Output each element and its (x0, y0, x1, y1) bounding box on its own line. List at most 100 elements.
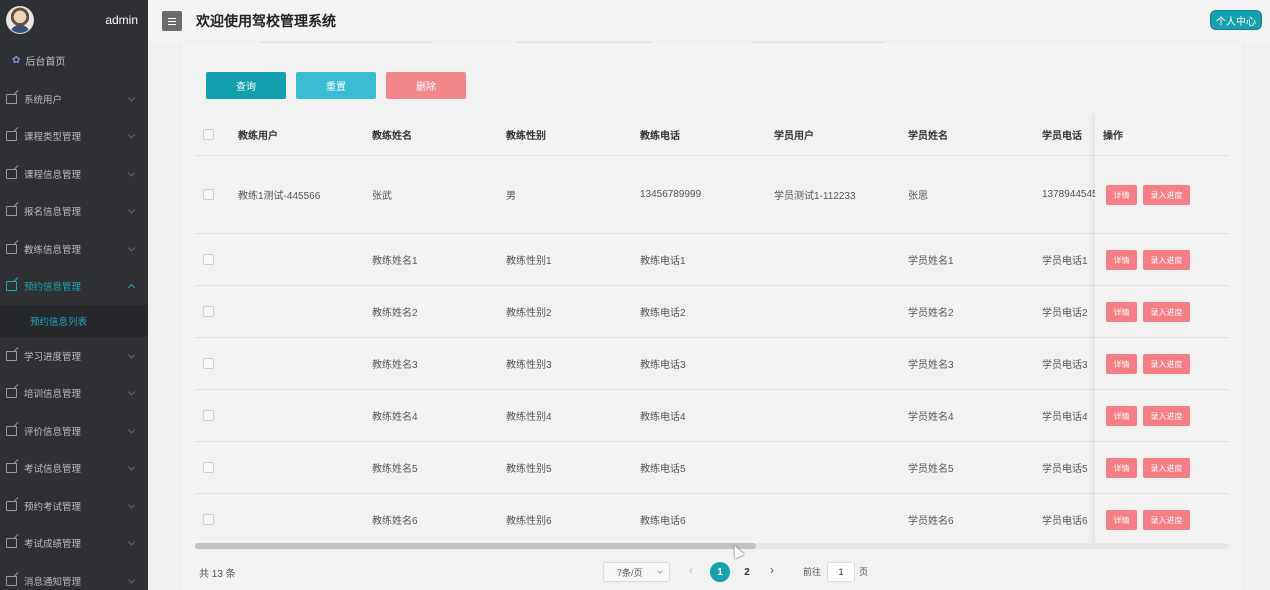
detail-button[interactable]: 详情 (1106, 250, 1137, 270)
table-row[interactable]: 教练姓名2 教练性别2 教练电话2 学员姓名2 学员电话2 (195, 286, 1229, 338)
detail-button[interactable]: 详情 (1106, 185, 1137, 205)
goto-page-input[interactable] (827, 562, 855, 582)
chevron-icon (127, 206, 136, 214)
sidebar-item-home[interactable]: ✿ 后台首页 (0, 40, 148, 80)
record-progress-button[interactable]: 录入进度 (1143, 458, 1190, 478)
row-checkbox[interactable] (203, 410, 214, 421)
operations-column: 操作 详情 录入进度 详情 录入进度 详情 录入进度 详情 录入进度 详情 录入进度 详情 录入进度 详情… (1095, 114, 1229, 544)
table-cell: 学员电话1 (1042, 256, 1088, 267)
ops-header-row: 操作 (1095, 114, 1229, 156)
sidebar-item[interactable]: 学习进度管理 (0, 337, 148, 375)
sidebar-item[interactable]: 预约信息管理 (0, 268, 148, 306)
record-progress-button[interactable]: 录入进度 (1143, 354, 1190, 374)
sidebar: admin ✿ 后台首页 系统用户 课程类型管理课程信息管理报名信息管理 教练信息管… (0, 0, 148, 590)
record-progress-button[interactable]: 录入进度 (1143, 510, 1190, 530)
column-header: 教练用户 (238, 131, 278, 142)
table-cell: 教练电话4 (640, 412, 686, 423)
edit-icon (6, 538, 17, 549)
select-all-checkbox[interactable] (203, 129, 214, 140)
sidebar-item[interactable]: 教练信息管理 (0, 230, 148, 268)
table-row[interactable]: 教练1测试-445566 张武 男 13456789999 学员测试1-112233 张思… (195, 156, 1229, 234)
table-cell: 张思 (908, 191, 928, 202)
edit-icon (6, 131, 17, 142)
table-header-row: 教练用户 教练姓名 教练性别 教练电话 学员用户 学员姓名 学员电话 (195, 114, 1229, 156)
row-checkbox[interactable] (203, 254, 214, 265)
sidebar-item[interactable]: 评价信息管理 (0, 412, 148, 450)
page-1-button[interactable]: 1 (710, 562, 730, 582)
sidebar-item[interactable]: 培训信息管理 (0, 375, 148, 413)
record-progress-button[interactable]: 录入进度 (1143, 406, 1190, 426)
column-header: 学员姓名 (908, 131, 948, 142)
record-progress-button[interactable]: 录入进度 (1143, 185, 1190, 205)
column-header: 教练性别 (506, 131, 546, 142)
edit-icon (6, 168, 17, 179)
sidebar-item-label: 课程信息管理 (24, 169, 82, 181)
query-button[interactable]: 查询 (206, 72, 286, 99)
table-cell: 学员电话3 (1042, 360, 1088, 371)
horizontal-scrollbar[interactable] (195, 543, 1229, 549)
next-page-icon[interactable]: › (770, 563, 774, 577)
detail-button[interactable]: 详情 (1106, 354, 1137, 374)
table-row[interactable]: 教练姓名1 教练性别1 教练电话1 学员姓名1 学员电话1 (195, 234, 1229, 286)
record-progress-button[interactable]: 录入进度 (1143, 302, 1190, 322)
sidebar-item[interactable]: 预约考试管理 (0, 487, 148, 525)
sidebar-subitem-appointment-list[interactable]: 预约信息列表 (0, 305, 148, 337)
row-checkbox[interactable] (203, 358, 214, 369)
chevron-icon (127, 94, 136, 102)
page-2-button[interactable]: 2 (737, 562, 757, 582)
edit-icon (6, 350, 17, 361)
table-cell: 教练1测试-445566 (238, 191, 321, 202)
page-size-select[interactable]: 7条/页 (603, 562, 670, 582)
edit-icon (6, 575, 17, 586)
sidebar-item[interactable]: 报名信息管理 (0, 193, 148, 231)
sidebar-header: admin (0, 0, 148, 40)
delete-button[interactable]: 删除 (386, 72, 466, 99)
table-cell: 教练性别3 (506, 360, 552, 371)
sidebar-item[interactable]: 考试信息管理 (0, 450, 148, 488)
avatar[interactable] (6, 6, 34, 34)
chevron-icon (127, 388, 136, 396)
table-row[interactable]: 教练姓名3 教练性别3 教练电话3 学员姓名3 学员电话3 (195, 338, 1229, 390)
table-row[interactable]: 教练姓名6 教练性别6 教练电话6 学员姓名6 学员电话6 (195, 494, 1229, 544)
table-cell: 学员电话6 (1042, 516, 1088, 527)
table-cell: 教练姓名5 (372, 464, 418, 475)
edit-icon (6, 388, 17, 399)
column-header: 操作 (1103, 131, 1123, 142)
detail-button[interactable]: 详情 (1106, 302, 1137, 322)
detail-button[interactable]: 详情 (1106, 406, 1137, 426)
table-row[interactable]: 教练姓名4 教练性别4 教练电话4 学员姓名4 学员电话4 (195, 390, 1229, 442)
page-title: 欢迎使用驾校管理系统 (196, 13, 336, 29)
chevron-icon (127, 351, 136, 359)
sidebar-item[interactable]: 消息通知管理 (0, 562, 148, 590)
reset-button[interactable]: 重置 (296, 72, 376, 99)
table-cell: 张武 (372, 191, 392, 202)
scrollbar-thumb[interactable] (195, 543, 756, 549)
row-checkbox[interactable] (203, 306, 214, 317)
table-cell: 教练性别1 (506, 256, 552, 267)
chevron-down-icon (657, 568, 663, 574)
data-table: 教练用户 教练姓名 教练性别 教练电话 学员用户 学员姓名 学员电话教练1测试-445566… (195, 114, 1229, 544)
sidebar-item[interactable]: 课程信息管理 (0, 155, 148, 193)
sidebar-item[interactable]: 系统用户 (0, 80, 148, 118)
row-checkbox[interactable] (203, 514, 214, 525)
prev-page-icon[interactable]: ‹ (689, 563, 693, 577)
menu-toggle-icon[interactable] (162, 11, 182, 31)
sidebar-item[interactable]: 课程类型管理 (0, 118, 148, 156)
table-cell: 学员姓名6 (908, 516, 954, 527)
sidebar-item-label: 考试成绩管理 (24, 539, 82, 551)
table-cell: 教练性别4 (506, 412, 552, 423)
search-fields-edge (261, 42, 886, 44)
row-checkbox[interactable] (203, 462, 214, 473)
detail-button[interactable]: 详情 (1106, 510, 1137, 530)
sidebar-item[interactable]: 考试成绩管理 (0, 525, 148, 563)
content-card: 查询 重置 删除 教练用户 教练姓名 教练性别 教练电话 学员用户 学员姓名 学员电话教练1… (181, 42, 1243, 590)
chevron-icon (127, 426, 136, 434)
table-row[interactable]: 教练姓名5 教练性别5 教练电话5 学员姓名5 学员电话5 (195, 442, 1229, 494)
row-checkbox[interactable] (203, 189, 214, 200)
detail-button[interactable]: 详情 (1106, 458, 1137, 478)
table-cell: 教练姓名6 (372, 516, 418, 527)
table-cell: 教练性别6 (506, 516, 552, 527)
profile-button[interactable]: 个人中心 (1210, 10, 1262, 30)
record-progress-button[interactable]: 录入进度 (1143, 250, 1190, 270)
chevron-icon (127, 169, 136, 177)
